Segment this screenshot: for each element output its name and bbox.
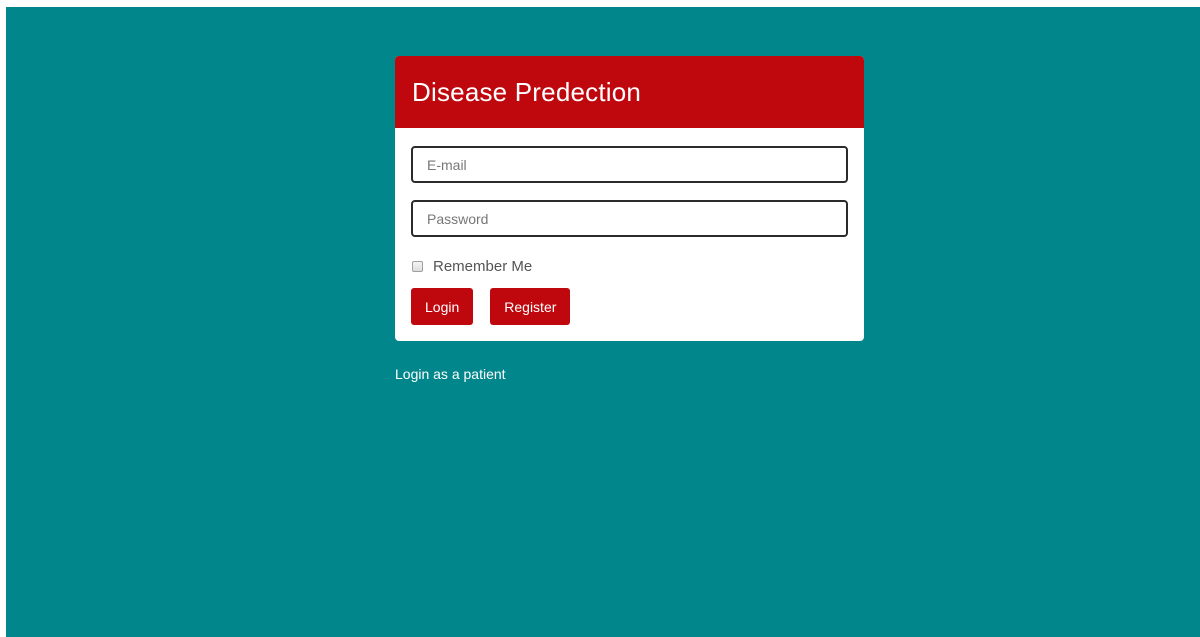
register-button[interactable]: Register bbox=[490, 288, 571, 325]
login-button[interactable]: Login bbox=[411, 288, 474, 325]
login-panel: Disease Predection Remember Me Login Reg… bbox=[395, 56, 864, 341]
page-background: Disease Predection Remember Me Login Reg… bbox=[6, 7, 1200, 637]
remember-me-checkbox[interactable] bbox=[412, 260, 423, 272]
panel-title: Disease Predection bbox=[412, 76, 642, 107]
form-buttons: Login Register bbox=[411, 288, 848, 325]
remember-me-row: Remember Me bbox=[411, 257, 848, 275]
password-field[interactable] bbox=[411, 200, 848, 237]
email-field[interactable] bbox=[411, 146, 848, 183]
remember-me-label[interactable]: Remember Me bbox=[433, 258, 532, 275]
login-form: Remember Me Login Register bbox=[395, 128, 864, 325]
panel-heading: Disease Predection bbox=[395, 56, 864, 128]
login-as-patient-link[interactable]: Login as a patient bbox=[395, 366, 506, 382]
